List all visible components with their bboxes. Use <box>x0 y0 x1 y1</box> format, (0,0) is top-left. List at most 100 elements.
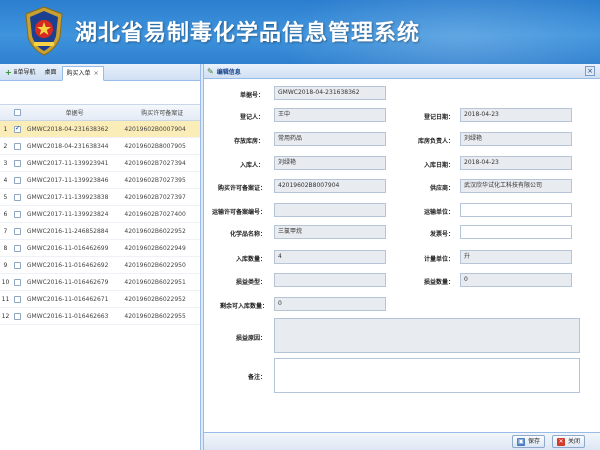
remaining-qty-field[interactable]: 0 <box>274 297 386 311</box>
table-row[interactable]: 3 GMWC2017-11-139923941 42019602B7027394 <box>0 155 200 172</box>
cell-doc-no[interactable]: GMWC2016-11-016462679 <box>24 279 123 286</box>
cell-doc-no[interactable]: GMWC2016-11-016462699 <box>24 245 123 252</box>
table-row[interactable]: 2 GMWC2018-04-231638344 42019602B8007905 <box>0 138 200 155</box>
close-icon[interactable]: × <box>585 66 595 76</box>
table-row[interactable]: 8 GMWC2016-11-016462699 42019602B6022949 <box>0 240 200 257</box>
loss-type-field[interactable] <box>274 273 386 287</box>
cell-license[interactable]: 42019602B6022955 <box>122 313 200 320</box>
table-row[interactable]: 4 GMWC2017-11-139923846 42019602B7027395 <box>0 172 200 189</box>
cell-doc-no[interactable]: GMWC2016-11-246852884 <box>24 228 123 235</box>
cell-doc-no[interactable]: GMWC2018-04-231638344 <box>24 143 123 150</box>
cell-doc-no[interactable]: GMWC2016-11-016462663 <box>24 313 123 320</box>
tab-menu-nav[interactable]: + ⅲ单导航 <box>1 65 40 80</box>
tab-purchase-inbound[interactable]: 购买入单 × <box>61 66 104 81</box>
table-row[interactable]: 5 GMWC2017-11-139923838 42019602B7027397 <box>0 189 200 206</box>
supplier-field[interactable]: 武汉欣华试化工科技有限公司 <box>460 179 572 193</box>
row-checkbox-cell <box>11 312 24 320</box>
remark-textarea[interactable] <box>274 358 580 393</box>
table-row[interactable]: 1 GMWC2018-04-23163836242019602B0007904 <box>0 121 200 138</box>
reg-date-label: 登记日期： <box>423 114 454 121</box>
table-row[interactable]: 10 GMWC2016-11-016462679 42019602B6022951 <box>0 274 200 291</box>
close-icon[interactable]: × <box>94 67 99 81</box>
row-checkbox[interactable] <box>13 159 21 167</box>
unit-field[interactable]: 升 <box>460 250 572 264</box>
cell-license[interactable]: 42019602B6022951 <box>122 279 200 286</box>
cell-license[interactable]: 42019602B7027397 <box>122 194 200 201</box>
transport-license-field[interactable] <box>274 203 386 217</box>
cell-doc-no[interactable]: GMWC2017-11-139923941 <box>24 160 123 167</box>
column-header-doc-no[interactable]: 单据号 <box>24 108 123 117</box>
reg-date-field[interactable]: 2018-04-23 <box>460 108 572 122</box>
registrar-field[interactable]: 王中 <box>274 108 386 122</box>
warehouse-field[interactable]: 常用药品 <box>274 132 386 146</box>
cell-license[interactable]: 42019602B8007905 <box>122 143 200 150</box>
cell-doc-no[interactable]: GMWC2017-11-139923846 <box>24 177 123 184</box>
tab-desktop[interactable]: 桌面 <box>41 65 61 80</box>
row-checkbox[interactable] <box>13 193 21 201</box>
panel-title: 编辑信息 <box>216 68 241 76</box>
row-checkbox[interactable] <box>13 278 21 286</box>
inbound-date-field[interactable]: 2018-04-23 <box>460 156 572 170</box>
transport-unit-label: 运输单位： <box>423 209 454 216</box>
cell-license[interactable]: 42019602B6022950 <box>122 262 200 269</box>
row-checkbox[interactable] <box>13 227 21 235</box>
select-all-checkbox-cell <box>11 109 24 116</box>
cell-license[interactable]: 42019602B0007904 <box>122 126 200 133</box>
loss-reason-label: 损益原因： <box>235 335 266 342</box>
cell-doc-no[interactable]: GMWC2018-04-231638362 <box>24 126 123 133</box>
loss-reason-textarea[interactable] <box>274 318 580 353</box>
close-button[interactable]: ✕ 关闭 <box>552 435 586 448</box>
table-row[interactable]: 9 GMWC2016-11-016462692 42019602B6022950 <box>0 257 200 274</box>
doc-no-field[interactable]: GMWC2018-04-231638362 <box>274 86 386 100</box>
cell-doc-no[interactable]: GMWC2017-11-139923824 <box>24 211 123 218</box>
table-row[interactable]: 11 GMWC2016-11-016462671 42019602B6022952 <box>0 291 200 308</box>
cell-license[interactable]: 42019602B6022949 <box>122 245 200 252</box>
transport-unit-field[interactable] <box>460 203 572 217</box>
inbound-qty-field[interactable]: 4 <box>274 250 386 264</box>
row-checkbox[interactable] <box>13 261 21 269</box>
invoice-no-label: 发票号： <box>429 231 454 238</box>
cell-license[interactable]: 42019602B7027395 <box>122 177 200 184</box>
row-checkbox[interactable] <box>13 312 21 320</box>
save-button[interactable]: ▣ 保存 <box>512 435 546 448</box>
row-checkbox[interactable] <box>13 125 21 133</box>
invoice-no-field[interactable] <box>460 225 572 239</box>
supplier-label: 供应商： <box>429 185 454 192</box>
doc-no-label: 单据号： <box>239 92 264 99</box>
edit-panel: ✎ 编辑信息 × 单据号： GMWC2018-04-231638362 登记人：… <box>203 64 600 450</box>
tab-label: ⅲ单导航 <box>13 68 36 76</box>
row-checkbox-cell <box>11 193 24 201</box>
table-row[interactable]: 7 GMWC2016-11-246852884 42019602B6022952 <box>0 223 200 240</box>
cell-license[interactable]: 42019602B6022952 <box>122 296 200 303</box>
plus-icon: + <box>5 67 12 77</box>
row-checkbox[interactable] <box>13 295 21 303</box>
chem-name-field[interactable]: 三氯甲烷 <box>274 225 386 239</box>
unit-label: 计量单位： <box>423 256 454 263</box>
loss-qty-label: 损益数量： <box>423 279 454 286</box>
cell-license[interactable]: 42019602B7027394 <box>122 160 200 167</box>
row-checkbox[interactable] <box>13 142 21 150</box>
cell-license[interactable]: 42019602B6022952 <box>122 228 200 235</box>
cell-doc-no[interactable]: GMWC2016-11-016462671 <box>24 296 123 303</box>
keeper-field[interactable]: 刘绿艳 <box>460 132 572 146</box>
toolbar-area <box>0 81 200 104</box>
row-checkbox[interactable] <box>13 244 21 252</box>
column-header-license[interactable]: 购买许可备案证 <box>122 108 200 117</box>
pencil-icon: ✎ <box>207 66 214 76</box>
table-row[interactable]: 12 GMWC2016-11-016462663 42019602B6022955 <box>0 308 200 325</box>
select-all-checkbox[interactable] <box>13 109 21 116</box>
row-number: 8 <box>3 244 8 252</box>
cell-license[interactable]: 42019602B7027400 <box>122 211 200 218</box>
row-number: 6 <box>3 210 8 218</box>
cell-doc-no[interactable]: GMWC2017-11-139923838 <box>24 194 123 201</box>
tab-bar: + ⅲ单导航 桌面 购买入单 × <box>0 64 200 81</box>
purchase-license-field[interactable]: 42019602B8007904 <box>274 179 386 193</box>
inbound-date-label: 入库日期： <box>423 162 454 169</box>
row-checkbox-cell <box>11 261 24 269</box>
row-checkbox[interactable] <box>13 176 21 184</box>
loss-qty-field[interactable]: 0 <box>460 273 572 287</box>
row-checkbox[interactable] <box>13 210 21 218</box>
cell-doc-no[interactable]: GMWC2016-11-016462692 <box>24 262 123 269</box>
table-row[interactable]: 6 GMWC2017-11-139923824 42019602B7027400 <box>0 206 200 223</box>
inbound-person-field[interactable]: 刘绿艳 <box>274 156 386 170</box>
